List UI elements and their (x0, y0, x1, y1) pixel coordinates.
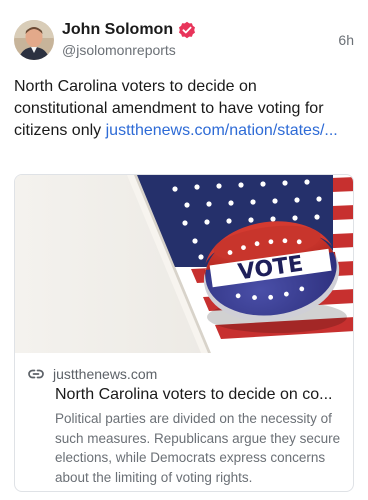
author-handle[interactable]: @jsolomonreports (62, 42, 176, 58)
link-preview-description: Political parties are divided on the nec… (55, 411, 341, 485)
link-domain: justthenews.com (53, 366, 158, 382)
link-preview-image[interactable]: VOTE (15, 175, 353, 353)
avatar-image (14, 20, 54, 60)
post-timestamp[interactable]: 6h (338, 32, 354, 48)
post-text: North Carolina voters to decide on const… (14, 76, 354, 142)
author-name[interactable]: John Solomon (62, 21, 173, 39)
avatar[interactable] (14, 20, 54, 60)
link-domain-row: justthenews.com (27, 365, 157, 383)
link-preview-title[interactable]: North Carolina voters to decide on co... (55, 384, 347, 406)
verified-badge-icon (178, 21, 196, 39)
author-name-row: John Solomon (62, 20, 196, 40)
post: John Solomon @jsolomonreports 6h North C… (0, 0, 368, 500)
link-preview-card[interactable]: VOTE justthenews.com North Carolina vote… (14, 174, 354, 492)
post-link[interactable]: justthenews.com/nation/states/... (106, 122, 338, 139)
link-icon (27, 365, 45, 383)
post-header: John Solomon @jsolomonreports 6h (14, 18, 354, 62)
